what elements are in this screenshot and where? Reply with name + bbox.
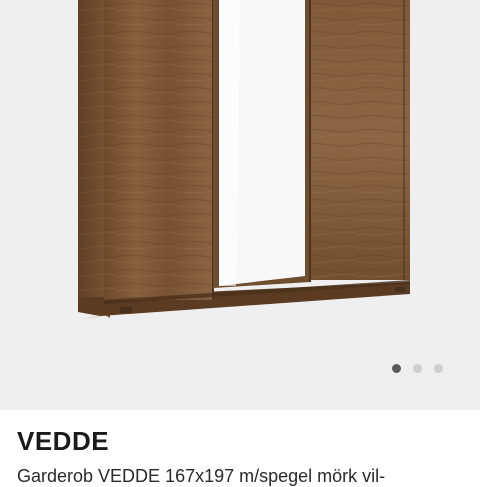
gallery-dot-2[interactable] [413, 364, 422, 373]
image-gallery[interactable] [0, 0, 480, 410]
product-brand: VEDDE [17, 426, 110, 456]
gallery-pagination [392, 364, 443, 373]
gallery-dot-1[interactable] [392, 364, 401, 373]
gallery-dot-3[interactable] [434, 364, 443, 373]
product-title[interactable]: Garderob VEDDE 167x197 m/spegel mörk vil… [17, 466, 477, 487]
wardrobe-image[interactable] [0, 0, 480, 410]
product-info: VEDDE Garderob VEDDE 167x197 m/spegel mö… [0, 410, 480, 486]
